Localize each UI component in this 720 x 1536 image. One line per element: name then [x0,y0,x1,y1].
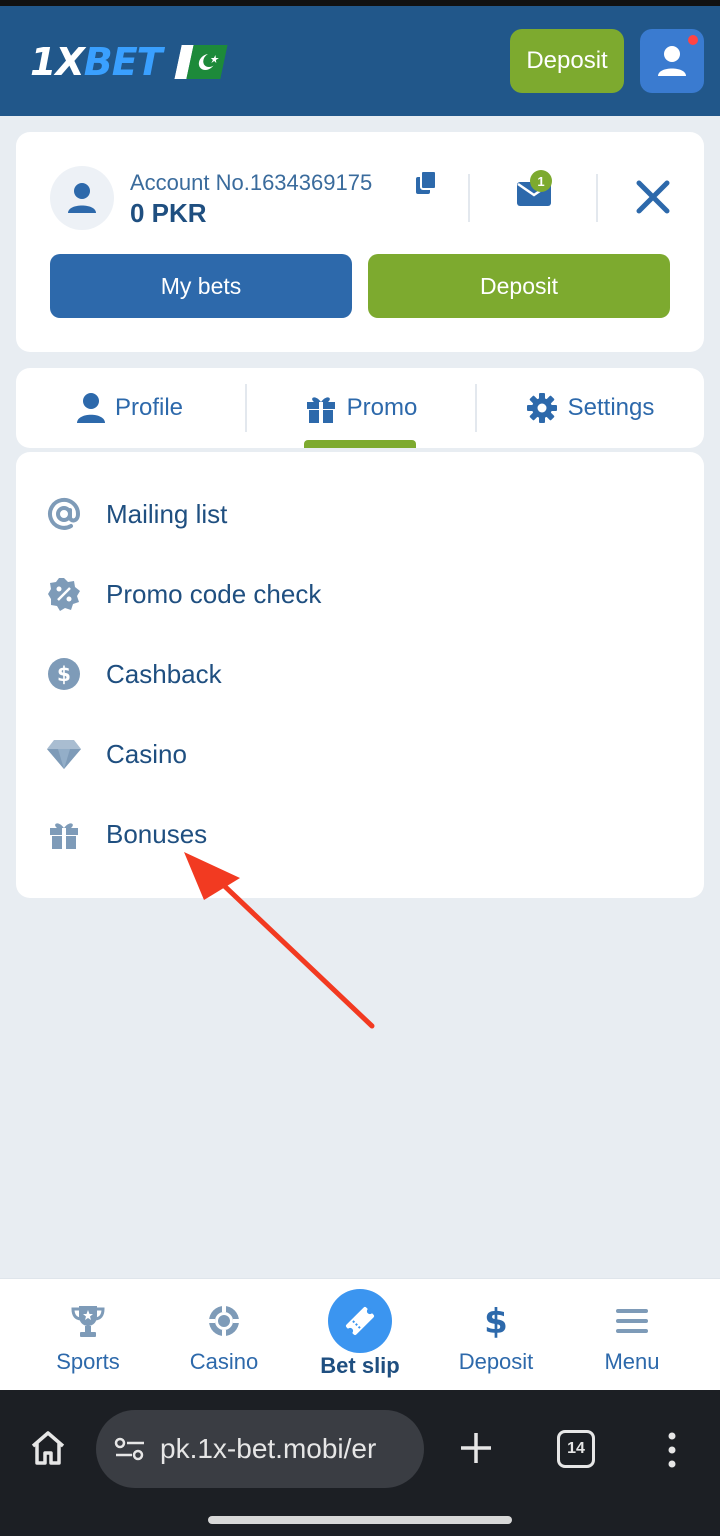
tab-settings[interactable]: Settings [476,368,704,448]
nav-label: Casino [189,1349,259,1374]
ticket-icon [345,1306,375,1336]
url-bar[interactable]: pk.1x-bet.mobi/er [96,1410,424,1488]
url-text: pk.1x-bet.mobi/er [160,1433,377,1464]
header-deposit-button[interactable]: Deposit [510,29,624,93]
gift-icon [306,397,335,423]
menu-item-cashback[interactable]: $ Cashback [46,644,666,704]
annotation-arrow [184,852,375,1029]
tab-profile[interactable]: Profile [16,368,244,448]
site-settings-icon [114,1437,144,1461]
tab-label: Profile [114,394,184,421]
new-tab-icon[interactable] [458,1430,494,1471]
avatar [50,166,114,230]
tab-switcher-button[interactable]: 14 [557,1430,595,1468]
menu-item-mailing-list[interactable]: Mailing list [46,484,666,544]
gesture-bar [208,1516,512,1524]
account-balance: 0 PKR [130,198,207,228]
account-number: Account No.1634369175 [130,170,373,195]
diamond-icon [46,736,82,772]
home-icon[interactable] [28,1428,68,1473]
person-icon [76,393,105,423]
chip-icon [208,1301,240,1341]
account-tabs: Profile Promo Settings [16,368,704,448]
browser-toolbar: pk.1x-bet.mobi/er [0,1390,720,1536]
percent-badge-icon [46,576,82,612]
tab-promo[interactable]: Promo [246,368,476,448]
deposit-button[interactable]: Deposit [368,254,670,318]
user-account-button[interactable] [640,29,704,93]
divider [468,174,470,222]
menu-item-casino[interactable]: Casino [46,724,666,784]
menu-item-label: Mailing list [106,498,228,529]
my-bets-button[interactable]: My bets [50,254,352,318]
menu-item-label: Promo code check [106,578,322,609]
close-icon [636,180,670,214]
bottom-navigation: Sports Casino Bet slip $ Deposit Menu [0,1278,720,1390]
at-sign-icon [46,496,82,532]
hamburger-icon [615,1301,649,1341]
nav-label-bet-slip[interactable]: Bet slip [290,1353,430,1379]
notification-dot [688,35,698,45]
logo-accent: BET [83,40,163,84]
user-icon [658,46,686,76]
nav-casino[interactable]: Casino [156,1279,292,1391]
app-header: 1XBET Deposit [0,6,720,116]
nav-label: Sports [56,1349,120,1374]
copy-icon[interactable] [414,170,438,201]
active-tab-indicator [304,440,416,448]
close-button[interactable] [634,178,672,221]
gear-icon [526,393,557,423]
nav-label: Deposit [458,1349,534,1374]
divider [596,174,598,222]
pakistan-flag-icon [173,45,228,79]
gift-icon [46,816,82,852]
message-count-badge: 1 [530,170,552,192]
logo-main: 1X [30,40,85,84]
nav-label: Menu [604,1349,660,1374]
nav-sports[interactable]: Sports [20,1279,156,1391]
nav-menu[interactable]: Menu [564,1279,700,1391]
menu-item-promo-code-check[interactable]: Promo code check [46,564,666,624]
account-card: Account No.1634369175 0 PKR 1 My bets De… [16,132,704,352]
menu-item-label: Bonuses [106,818,208,849]
nav-deposit[interactable]: $ Deposit [428,1279,564,1391]
dollar-icon: $ [483,1301,509,1341]
dollar-circle-icon: $ [46,656,82,692]
menu-item-label: Casino [106,738,187,769]
person-icon [68,183,96,213]
tab-label: Promo [346,394,418,421]
svg-text:$: $ [484,1303,508,1339]
svg-text:$: $ [57,662,71,686]
logo[interactable]: 1XBET [30,40,228,84]
menu-item-label: Cashback [106,658,222,689]
tab-label: Settings [567,394,655,421]
promo-menu: Mailing list Promo code check $ Cashback [16,452,704,898]
more-options-icon[interactable] [652,1430,692,1475]
trophy-icon [70,1301,106,1341]
nav-bet-slip[interactable] [328,1289,392,1353]
